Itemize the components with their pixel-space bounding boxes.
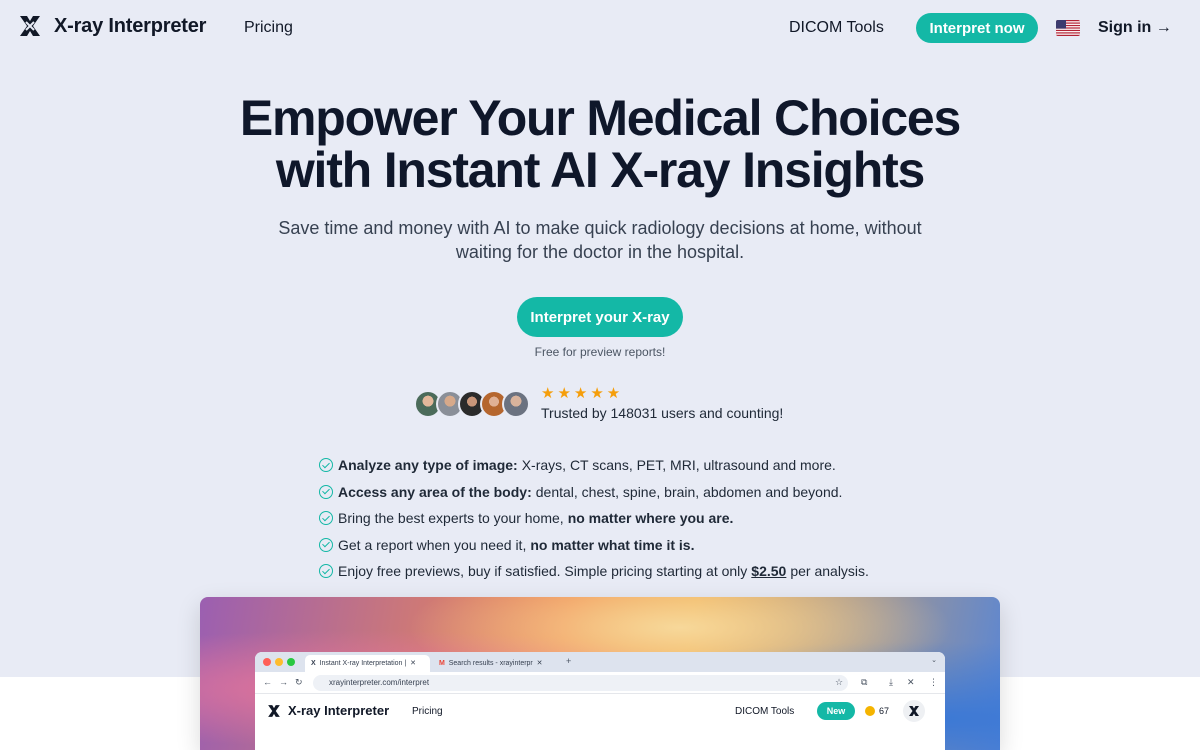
feature-text: Bring the best experts to your home, <box>338 510 564 527</box>
feature-text: dental, chest, spine, brain, abdomen and… <box>535 483 843 500</box>
product-screenshot: X Instant X-ray Interpretation | ✕ M Sea… <box>200 597 1000 750</box>
feature-bold: Access any area of the body: <box>338 483 532 500</box>
list-item: Get a report when you need it, no matter… <box>319 532 959 559</box>
hero-title-line-2: with Instant AI X-ray Insights <box>275 142 926 198</box>
hero-title: Empower Your Medical Choices with Instan… <box>0 92 1200 196</box>
maximize-window-icon <box>287 658 295 666</box>
check-circle-icon <box>319 511 333 526</box>
brand-logo[interactable]: X-ray Interpreter <box>18 14 206 38</box>
feature-text: per analysis. <box>790 563 869 580</box>
browser-address-bar: ← → ↻ xrayinterpreter.com/interpret ☆ ⧉ … <box>255 672 945 694</box>
more-menu-icon: ⋮ <box>929 677 938 687</box>
embedded-pricing-link: Pricing <box>412 706 443 717</box>
top-navbar: X-ray Interpreter Pricing DICOM Tools In… <box>0 0 1200 56</box>
minimize-window-icon <box>275 658 283 666</box>
x-logo-icon <box>20 16 40 36</box>
extension-logo-icon: ✕ <box>907 677 915 687</box>
avatar <box>903 700 925 722</box>
embedded-brand-logo: X-ray Interpreter <box>267 703 389 718</box>
list-item: Access any area of the body: dental, che… <box>319 479 959 506</box>
list-item: Enjoy free previews, buy if satisfied. S… <box>319 558 959 585</box>
browser-tab-bar: X Instant X-ray Interpretation | ✕ M Sea… <box>255 652 945 672</box>
embedded-brand-name: X-ray Interpreter <box>288 703 390 718</box>
price-highlight: $2.50 <box>751 563 787 580</box>
check-circle-icon <box>319 537 333 552</box>
reload-icon: ↻ <box>295 677 303 687</box>
avatar <box>502 390 530 418</box>
free-preview-note: Free for preview reports! <box>534 345 666 359</box>
hero-title-line-1: Empower Your Medical Choices <box>239 90 962 146</box>
us-flag-icon[interactable] <box>1056 20 1080 36</box>
feature-text: Get a report when you need it, <box>338 536 527 553</box>
user-avatars <box>414 390 534 420</box>
feature-bold: no matter what time it is. <box>530 536 695 553</box>
feature-text: X-rays, CT scans, PET, MRI, ultrasound a… <box>521 457 836 474</box>
list-item: Bring the best experts to your home, no … <box>319 505 959 532</box>
url-field: xrayinterpreter.com/interpret <box>313 675 848 691</box>
close-window-icon <box>263 658 271 666</box>
browser-window: X Instant X-ray Interpretation | ✕ M Sea… <box>255 652 945 750</box>
tab-title: Search results - xrayinterpr <box>448 660 533 667</box>
forward-arrow-icon: → <box>279 677 288 687</box>
nav-link-pricing[interactable]: Pricing <box>244 19 293 37</box>
brand-name: X-ray Interpreter <box>54 14 207 37</box>
browser-tab: M Search results - xrayinterpr ✕ <box>439 660 543 667</box>
feature-text: Enjoy free previews, buy if satisfied. S… <box>338 563 748 580</box>
feature-bold: Analyze any type of image: <box>338 457 518 474</box>
list-item: Analyze any type of image: X-rays, CT sc… <box>319 452 959 479</box>
check-circle-icon <box>319 458 333 473</box>
new-tab-icon: + <box>566 656 572 666</box>
new-badge: New <box>817 702 855 720</box>
check-circle-icon <box>319 484 333 499</box>
extensions-icon: ⧉ <box>861 677 868 687</box>
trust-text: Trusted by 148031 users and counting! <box>541 405 784 421</box>
check-circle-icon <box>319 564 333 579</box>
bookmark-star-icon: ☆ <box>835 677 844 687</box>
interpret-xray-button[interactable]: Interpret your X-ray <box>517 297 683 337</box>
x-logo-icon <box>268 704 280 717</box>
sign-in-link[interactable]: Sign in → <box>1098 19 1172 37</box>
chevron-down-icon: ⌄ <box>931 657 937 664</box>
nav-link-dicom-tools[interactable]: DICOM Tools <box>789 19 884 37</box>
rating-stars: ★★★★★ <box>541 385 624 402</box>
interpret-now-button[interactable]: Interpret now <box>916 13 1038 43</box>
tab-title: Instant X-ray Interpretation | <box>319 660 407 667</box>
hero-subtitle: Save time and money with AI to make quic… <box>278 218 922 262</box>
embedded-dicom-link: DICOM Tools <box>735 706 795 717</box>
feature-list: Analyze any type of image: X-rays, CT sc… <box>319 452 959 585</box>
download-icon: ⤓ <box>889 677 893 687</box>
credit-count: 67 <box>879 706 890 716</box>
embedded-site-navbar: X-ray Interpreter Pricing DICOM Tools Ne… <box>255 694 945 728</box>
back-arrow-icon: ← <box>263 677 272 687</box>
x-logo-icon <box>909 706 919 716</box>
coin-icon <box>865 706 875 716</box>
browser-tab: X Instant X-ray Interpretation | ✕ <box>305 655 430 672</box>
feature-bold: no matter where you are. <box>567 510 734 527</box>
